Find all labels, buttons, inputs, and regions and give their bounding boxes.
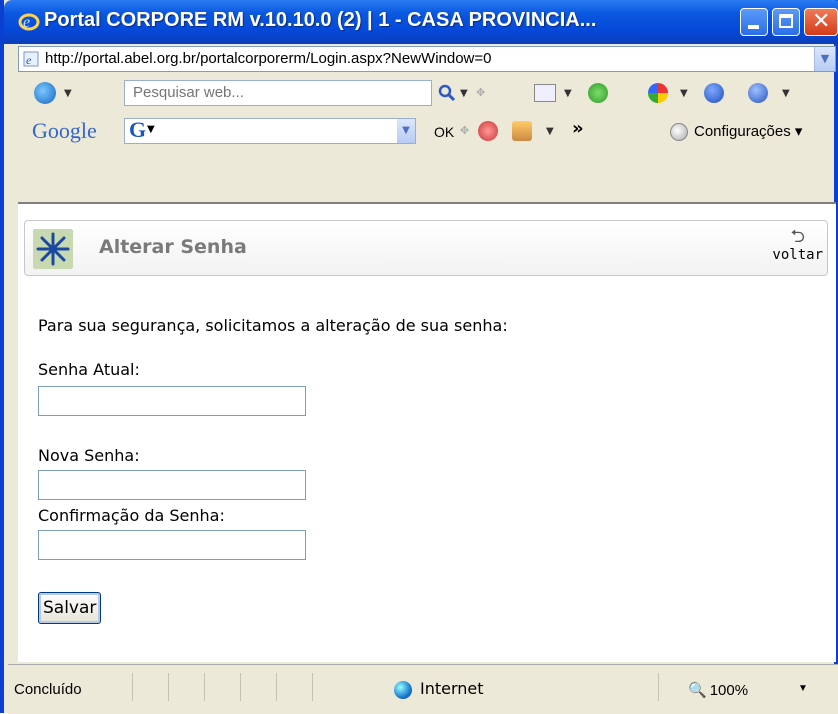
svg-text:e: e (23, 14, 30, 31)
search-icon[interactable] (438, 84, 456, 102)
confirm-password-input[interactable] (38, 530, 306, 560)
status-divider (276, 673, 277, 701)
new-password-input[interactable] (38, 470, 306, 500)
settings-label: Configurações ▾ (694, 123, 803, 140)
status-bar: Concluído Internet 🔍 100% ▼ (8, 664, 838, 714)
settings-button[interactable]: Configurações ▾ (670, 122, 803, 142)
svg-text:e: e (26, 53, 32, 67)
status-divider (204, 673, 205, 701)
chevron-down-icon[interactable]: ▼ (546, 126, 554, 137)
toolbar-grip-icon: ✥ (460, 124, 470, 137)
zone-label: Internet (420, 679, 484, 698)
google-search-box[interactable]: G ▼ ▼ (124, 117, 416, 144)
status-divider (132, 673, 133, 701)
butterfly-icon[interactable] (648, 83, 668, 103)
window-title: Portal CORPORE RM v.10.10.0 (2) | 1 - CA… (44, 9, 597, 31)
back-label: voltar (772, 247, 823, 263)
address-url[interactable]: http://portal.abel.org.br/portalcorporer… (45, 50, 491, 67)
chevron-down-icon: ▼ (820, 52, 830, 65)
current-password-label: Senha Atual: (38, 360, 140, 379)
globe-icon (394, 680, 412, 699)
status-text: Concluído (14, 681, 82, 698)
settings-icon (670, 123, 688, 142)
chevron-down-icon: ▼ (402, 125, 410, 136)
popup-blocker-icon[interactable] (512, 121, 532, 141)
browser-window: e Portal CORPORE RM v.10.10.0 (2) | 1 - … (0, 0, 838, 714)
toolbar-logo-icon[interactable] (34, 82, 56, 104)
security-zone[interactable]: Internet (394, 679, 484, 699)
page-title: Alterar Senha (99, 236, 247, 258)
confirm-password-label: Confirmação da Senha: (38, 506, 225, 525)
back-button[interactable]: ⮌ voltar (772, 226, 823, 264)
chevron-down-icon[interactable]: ▼ (564, 88, 572, 99)
status-divider (312, 673, 313, 701)
maximize-button[interactable] (772, 8, 800, 36)
google-dropdown-button[interactable]: ▼ (397, 119, 415, 143)
panel-header: Alterar Senha ⮌ voltar (24, 220, 828, 276)
web-search-input[interactable] (125, 81, 431, 103)
toolbar-grip-icon: ✥ (476, 86, 486, 99)
new-password-label: Nova Senha: (38, 446, 140, 465)
close-button[interactable]: ✕ (804, 8, 838, 36)
status-divider (658, 673, 659, 701)
page-icon: e (23, 51, 39, 67)
messenger-icon[interactable] (704, 83, 724, 103)
back-arrow-icon: ⮌ (790, 226, 805, 247)
chevron-down-icon[interactable]: ▼ (147, 124, 155, 135)
bookmark-icon[interactable] (478, 121, 498, 141)
current-password-input[interactable] (38, 386, 306, 416)
toolbar-search: ▼ ▼ ✥ ▼ ▼ ▼ (18, 74, 836, 112)
chevron-down-icon[interactable]: ▼ (64, 88, 72, 99)
google-logo: Google (32, 118, 97, 143)
maximize-icon (779, 14, 793, 28)
zoom-control[interactable]: 🔍 100% (688, 681, 748, 699)
snowflake-icon (33, 229, 73, 269)
zoom-label: 100% (709, 682, 749, 699)
add-icon[interactable] (588, 83, 608, 103)
help-icon[interactable] (748, 83, 768, 103)
address-bar[interactable]: e http://portal.abel.org.br/portalcorpor… (18, 46, 836, 72)
chevron-down-icon[interactable]: ▼ (782, 88, 790, 99)
web-search-box[interactable] (124, 80, 432, 106)
minimize-icon (748, 25, 759, 29)
ie-logo-icon: e (18, 13, 40, 31)
status-divider (240, 673, 241, 701)
google-g-icon: G (129, 117, 147, 142)
title-bar[interactable]: e Portal CORPORE RM v.10.10.0 (2) | 1 - … (4, 0, 838, 44)
chevron-down-icon[interactable]: ▼ (460, 88, 468, 99)
window-icon[interactable] (534, 84, 556, 102)
status-divider (168, 673, 169, 701)
more-tools-button[interactable]: » (572, 118, 584, 139)
chevron-down-icon[interactable]: ▼ (798, 683, 808, 694)
close-icon: ✕ (812, 9, 831, 34)
chevron-down-icon[interactable]: ▼ (680, 88, 688, 99)
save-button[interactable]: Salvar (38, 592, 102, 624)
address-dropdown-button[interactable]: ▼ (814, 47, 835, 71)
ok-button[interactable]: OK (434, 124, 454, 140)
zoom-icon: 🔍 (688, 682, 707, 699)
minimize-button[interactable] (740, 8, 768, 36)
toolbar-google: Google G ▼ ▼ OK ✥ ▼ » Configurações ▾ (18, 112, 836, 150)
intro-text: Para sua segurança, solicitamos a altera… (38, 316, 508, 335)
page-content: Alterar Senha ⮌ voltar Para sua seguranç… (18, 204, 836, 662)
